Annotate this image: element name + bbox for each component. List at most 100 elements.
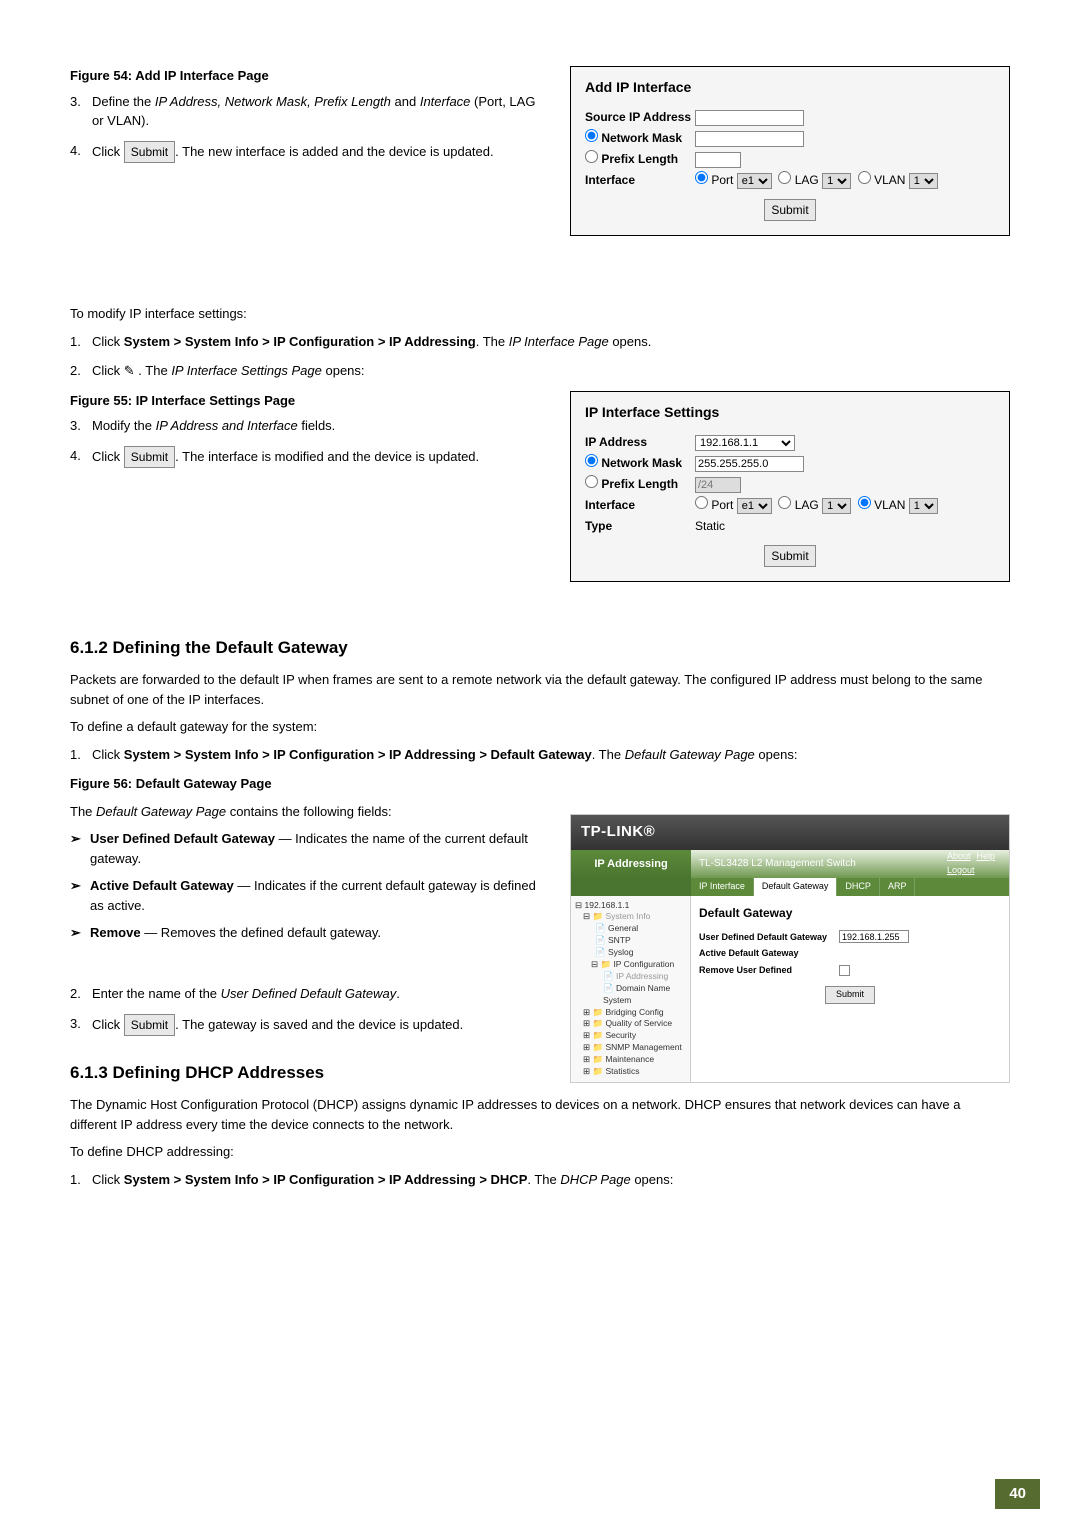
- tree-item[interactable]: Bridging Config: [605, 1007, 663, 1017]
- t: Port: [711, 173, 733, 187]
- port-select[interactable]: e1: [737, 498, 772, 514]
- nav-tree[interactable]: ⊟ 192.168.1.1 ⊟ 📁 System Info 📄 General …: [571, 896, 691, 1082]
- network-mask-input[interactable]: [695, 131, 804, 147]
- t: Click: [92, 334, 124, 349]
- tree-root[interactable]: 192.168.1.1: [584, 900, 629, 910]
- step55-4-txt: Click Submit. The interface is modified …: [92, 446, 540, 468]
- t: . The: [476, 334, 509, 349]
- about-link[interactable]: About: [947, 851, 971, 861]
- t: User Defined Default Gateway: [699, 931, 839, 945]
- t: System > System Info > IP Configuration …: [124, 334, 476, 349]
- user-def-input[interactable]: 192.168.1.255: [839, 930, 909, 943]
- interface-value: Port e1 LAG 1 VLAN 1: [695, 496, 995, 514]
- prefix-length-radio[interactable]: [585, 150, 598, 163]
- t: Network Mask: [601, 456, 682, 470]
- tree-item[interactable]: Statistics: [605, 1066, 639, 1076]
- banner-left: IP Addressing: [571, 850, 691, 879]
- logout-link[interactable]: Logout: [947, 865, 975, 875]
- t: Active Default Gateway: [699, 947, 839, 961]
- remove-checkbox[interactable]: [839, 965, 850, 976]
- lag-radio[interactable]: [778, 496, 791, 509]
- heading-612: 6.1.2 Defining the Default Gateway: [70, 635, 1010, 661]
- modify-1-num: 1.: [70, 332, 92, 352]
- brand-logo: TP-LINK®: [571, 815, 1009, 850]
- t: Click: [92, 144, 124, 159]
- submit-button[interactable]: Submit: [764, 199, 815, 221]
- t: . The interface is modified and the devi…: [175, 449, 479, 464]
- t: . The: [527, 1172, 560, 1187]
- add-ip-interface-panel: Add IP Interface Source IP Address Netwo…: [570, 66, 1010, 236]
- t: Define the: [92, 94, 155, 109]
- t: LAG: [795, 173, 819, 187]
- t: opens:: [322, 363, 365, 378]
- ss-submit-button[interactable]: Submit: [825, 986, 875, 1004]
- gw-step1-num: 1.: [70, 745, 92, 765]
- prefix-length-input[interactable]: [695, 152, 741, 168]
- t: Click: [92, 1017, 124, 1032]
- source-ip-label: Source IP Address: [585, 108, 695, 126]
- tree-item[interactable]: Domain Name System: [603, 983, 670, 1005]
- tab-dhcp[interactable]: DHCP: [837, 878, 880, 896]
- tree-item[interactable]: IP Configuration: [613, 959, 674, 969]
- ss-main-title: Default Gateway: [699, 904, 1001, 922]
- dhcp-para: The Dynamic Host Configuration Protocol …: [70, 1095, 1010, 1134]
- t: Remove User Defined: [699, 964, 839, 978]
- tab-default-gateway[interactable]: Default Gateway: [754, 878, 838, 896]
- dhcp-step1-num: 1.: [70, 1170, 92, 1190]
- port-radio[interactable]: [695, 171, 708, 184]
- tree-item[interactable]: Maintenance: [605, 1054, 654, 1064]
- t: IP Interface Settings Page: [171, 363, 322, 378]
- dhcp-step1-txt: Click System > System Info > IP Configur…: [92, 1170, 1010, 1190]
- source-ip-input[interactable]: [695, 110, 804, 126]
- tree-item[interactable]: SNTP: [608, 935, 631, 945]
- network-mask-radio[interactable]: [585, 454, 598, 467]
- ip-interface-settings-panel: IP Interface Settings IP Address 192.168…: [570, 391, 1010, 582]
- vlan-select[interactable]: 1: [909, 173, 938, 189]
- t: contains the following fields:: [226, 804, 391, 819]
- tree-item[interactable]: Security: [605, 1030, 636, 1040]
- type-value: Static: [695, 517, 995, 535]
- vlan-select[interactable]: 1: [909, 498, 938, 514]
- port-select[interactable]: e1: [737, 173, 772, 189]
- prefix-length-radio[interactable]: [585, 475, 598, 488]
- tree-item[interactable]: IP Addressing: [616, 971, 668, 981]
- ip-address-select[interactable]: 192.168.1.1: [695, 435, 795, 451]
- gw-desc-intro: The Default Gateway Page contains the fo…: [70, 802, 550, 822]
- t: IP Interface Page: [509, 334, 609, 349]
- step54-4-num: 4.: [70, 141, 92, 163]
- modify-intro: To modify IP interface settings:: [70, 304, 1010, 324]
- tree-item[interactable]: Syslog: [608, 947, 634, 957]
- t: IP Address and Interface: [156, 418, 298, 433]
- prefix-length-input[interactable]: [695, 477, 741, 493]
- t: Network Mask: [601, 131, 682, 145]
- lag-radio[interactable]: [778, 171, 791, 184]
- interface-value: Port e1 LAG 1 VLAN 1: [695, 171, 995, 189]
- tree-item[interactable]: SNMP Management: [605, 1042, 681, 1052]
- bullet-active-default: Active Default Gateway — Indicates if th…: [70, 876, 550, 915]
- help-link[interactable]: Help: [976, 851, 995, 861]
- tab-ip-interface[interactable]: IP Interface: [691, 878, 754, 896]
- t: Enter the name of the: [92, 986, 221, 1001]
- t: Click: [92, 449, 124, 464]
- lag-select[interactable]: 1: [822, 498, 851, 514]
- vlan-radio[interactable]: [858, 496, 871, 509]
- lag-select[interactable]: 1: [822, 173, 851, 189]
- network-mask-input[interactable]: [695, 456, 804, 472]
- step54-3-text: Define the IP Address, Network Mask, Pre…: [92, 92, 540, 131]
- submit-button[interactable]: Submit: [764, 545, 815, 567]
- network-mask-radio[interactable]: [585, 129, 598, 142]
- prefix-length-label: Prefix Length: [585, 150, 695, 168]
- page-number: 40: [995, 1479, 1040, 1510]
- tree-item[interactable]: Quality of Service: [605, 1018, 672, 1028]
- tree-item[interactable]: System Info: [605, 911, 650, 921]
- gw-para: Packets are forwarded to the default IP …: [70, 670, 1010, 709]
- tab-arp[interactable]: ARP: [880, 878, 916, 896]
- t: Prefix Length: [601, 152, 678, 166]
- bullet-user-defined: User Defined Default Gateway — Indicates…: [70, 829, 550, 868]
- tree-item[interactable]: General: [608, 923, 638, 933]
- t: Interface: [420, 94, 471, 109]
- t: LAG: [795, 498, 819, 512]
- step55-4-num: 4.: [70, 446, 92, 468]
- port-radio[interactable]: [695, 496, 708, 509]
- vlan-radio[interactable]: [858, 171, 871, 184]
